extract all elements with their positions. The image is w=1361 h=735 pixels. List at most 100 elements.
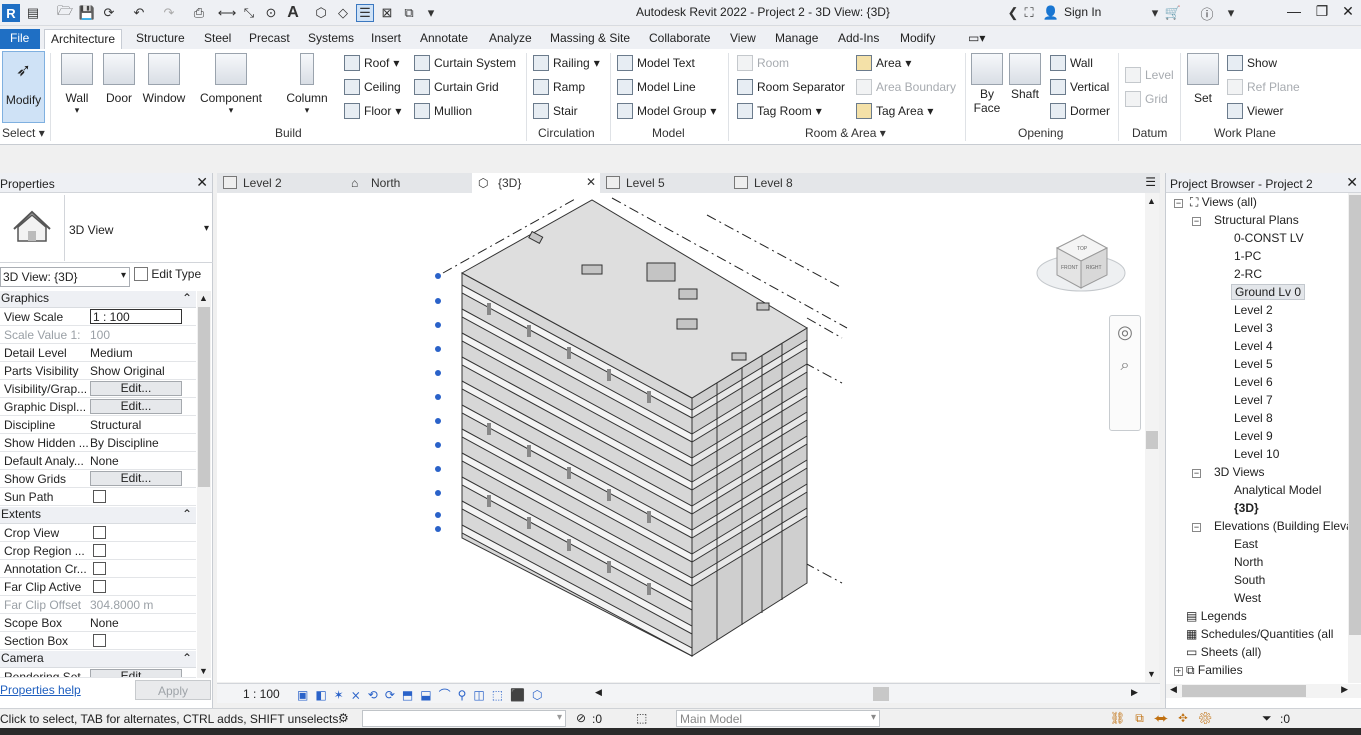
hscroll-thumb[interactable]	[873, 687, 889, 701]
prop-value[interactable]: Structural	[90, 418, 182, 432]
apply-button[interactable]: Apply	[135, 680, 211, 700]
ceiling-button[interactable]: Ceiling	[344, 77, 401, 97]
sign-in-dropdown-icon[interactable]: ▾	[1146, 4, 1164, 22]
tree-3d-views[interactable]: 3D Views	[1214, 465, 1264, 479]
tree-3d-item[interactable]: Analytical Model	[1234, 483, 1321, 497]
view-tab-3d[interactable]: ⬡ {3D} ✕	[472, 173, 600, 193]
close-hidden-icon[interactable]: ⊠	[378, 4, 396, 22]
edit-button[interactable]: Edit...	[90, 399, 182, 414]
prop-value[interactable]: Medium	[90, 346, 182, 360]
model-line-button[interactable]: Model Line	[617, 77, 696, 97]
tab-systems[interactable]: Systems	[302, 29, 360, 49]
tab-file[interactable]: File	[0, 29, 40, 49]
help-icon[interactable]: ⓘ	[1198, 4, 1216, 22]
properties-scrollbar[interactable]: ▲ ▼	[197, 291, 211, 678]
collapse-icon[interactable]: ⌃	[182, 291, 192, 305]
worksets-icon[interactable]: ⚙	[338, 711, 349, 725]
group-graphics[interactable]: Graphics ⌃	[0, 291, 196, 308]
edit-type-button[interactable]: Edit Type	[134, 267, 201, 281]
tag-icon[interactable]: ⊙	[262, 4, 280, 22]
group-camera[interactable]: Camera ⌃	[0, 651, 196, 668]
roof-button[interactable]: Roof ▾	[344, 53, 399, 73]
revit-logo-icon[interactable]: R	[2, 4, 20, 22]
annotation-crop-checkbox[interactable]	[93, 562, 106, 575]
floor-button[interactable]: Floor ▾	[344, 101, 401, 121]
tab-annotate[interactable]: Annotate	[414, 29, 474, 49]
tab-structure[interactable]: Structure	[130, 29, 191, 49]
switch-windows-icon[interactable]: ⧉	[400, 4, 418, 22]
redo-icon[interactable]: ↷	[160, 4, 178, 22]
model-text-button[interactable]: Model Text	[617, 53, 695, 73]
edit-button[interactable]: Edit...	[90, 471, 182, 486]
ramp-button[interactable]: Ramp	[533, 77, 585, 97]
design-options-icon[interactable]: ⬚	[636, 711, 647, 725]
model-group-button[interactable]: Model Group ▾	[617, 101, 716, 121]
window-button[interactable]: Window	[140, 53, 188, 105]
edit-button[interactable]: Edit...	[90, 669, 182, 677]
selection-filter-funnel-icon[interactable]: ⏷	[1262, 711, 1272, 726]
tag-room-button[interactable]: Tag Room ▾	[737, 101, 822, 121]
level-button[interactable]: Level	[1125, 65, 1174, 85]
customize-qa-icon[interactable]: ▾	[422, 4, 440, 22]
browser-vscrollbar[interactable]	[1348, 193, 1361, 683]
view-instance-selector[interactable]: 3D View: {3D} ▾	[0, 267, 130, 287]
view-tab-level-5[interactable]: Level 5	[600, 173, 728, 193]
tree-families[interactable]: ⧉ Families	[1186, 663, 1243, 678]
tree-plan-item[interactable]: Level 8	[1234, 411, 1273, 425]
tree-plan-item[interactable]: Level 6	[1234, 375, 1273, 389]
tree-elevations[interactable]: Elevations (Building Elevati	[1214, 519, 1360, 533]
tree-elevation-item[interactable]: East	[1234, 537, 1258, 551]
user-icon[interactable]: 👤	[1042, 4, 1060, 22]
vertical-opening-button[interactable]: Vertical	[1050, 77, 1109, 97]
tree-plan-item[interactable]: Level 5	[1234, 357, 1273, 371]
sync-icon[interactable]: ⟳	[100, 4, 118, 22]
tree-plan-item[interactable]: Level 4	[1234, 339, 1273, 353]
tabs-menu-icon[interactable]: ☰	[1145, 175, 1156, 189]
far-clip-checkbox[interactable]	[93, 580, 106, 593]
tree-plan-item[interactable]: 0-CONST LV	[1234, 231, 1304, 245]
tree-plan-item[interactable]: 2-RC	[1234, 267, 1262, 281]
ref-plane-button[interactable]: Ref Plane	[1227, 77, 1300, 97]
type-selector[interactable]: 3D View ▾	[0, 195, 213, 263]
room-button[interactable]: Room	[737, 53, 789, 73]
curtain-grid-button[interactable]: Curtain Grid	[414, 77, 499, 97]
curtain-system-button[interactable]: Curtain System	[414, 53, 516, 73]
view-control-icons[interactable]: ▣◧✶⨯⟲⟳⬒⬓⌒⚲◫⬚⬛⬡	[297, 686, 549, 703]
group-extents[interactable]: Extents ⌃	[0, 507, 196, 524]
scroll-left-icon[interactable]: ◀	[595, 687, 602, 698]
room-separator-button[interactable]: Room Separator	[737, 77, 845, 97]
section-icon[interactable]: ◇	[334, 4, 352, 22]
scrollbar-thumb[interactable]	[1349, 195, 1361, 635]
save-icon[interactable]: 💾	[78, 4, 96, 22]
properties-help-link[interactable]: Properties help	[0, 683, 81, 697]
collapse-icon[interactable]: ⌃	[182, 507, 192, 521]
restore-button[interactable]: ❐	[1310, 3, 1334, 23]
print-icon[interactable]: ⎙	[190, 4, 208, 22]
collapse-icon[interactable]: −	[1192, 469, 1201, 478]
close-window-button[interactable]: ✕	[1336, 3, 1360, 23]
wall-button[interactable]: Wall ▾	[58, 53, 96, 116]
show-work-plane-button[interactable]: Show	[1227, 53, 1277, 73]
column-button[interactable]: Column ▾	[284, 53, 330, 116]
open-icon[interactable]: 🗁	[56, 3, 74, 22]
tree-plan-item[interactable]: Level 7	[1234, 393, 1273, 407]
measure-icon[interactable]: ⟷	[218, 4, 237, 22]
by-face-button[interactable]: By Face	[970, 53, 1004, 115]
edit-button[interactable]: Edit...	[90, 381, 182, 396]
selection-filter-icons[interactable]: ⛓⧉⬌✥⚙	[1110, 711, 1223, 726]
tree-views-all[interactable]: ⛶ Views (all)	[1190, 195, 1257, 210]
filter-icon[interactable]: ⊘	[576, 711, 586, 725]
mullion-button[interactable]: Mullion	[414, 101, 472, 121]
3d-view-canvas[interactable]: TOP FRONT RIGHT ◎ ⌕ ▲ ▼	[217, 193, 1159, 682]
canvas-vscrollbar[interactable]: ▲ ▼	[1145, 193, 1159, 682]
scroll-down-icon[interactable]: ▼	[199, 666, 208, 676]
binoculars-icon[interactable]: ⛶	[1020, 4, 1038, 22]
select-panel-label[interactable]: Select ▾	[2, 126, 45, 140]
tree-elevation-item[interactable]: South	[1234, 573, 1265, 587]
prop-value[interactable]: None	[90, 454, 182, 468]
ribbon-display-toggle-icon[interactable]: ▭▾	[962, 29, 991, 49]
prop-value[interactable]: By Discipline	[90, 436, 182, 450]
component-button[interactable]: Component ▾	[198, 53, 264, 116]
view-tab-level-8[interactable]: Level 8	[728, 173, 856, 193]
scroll-down-icon[interactable]: ▼	[1147, 669, 1156, 679]
